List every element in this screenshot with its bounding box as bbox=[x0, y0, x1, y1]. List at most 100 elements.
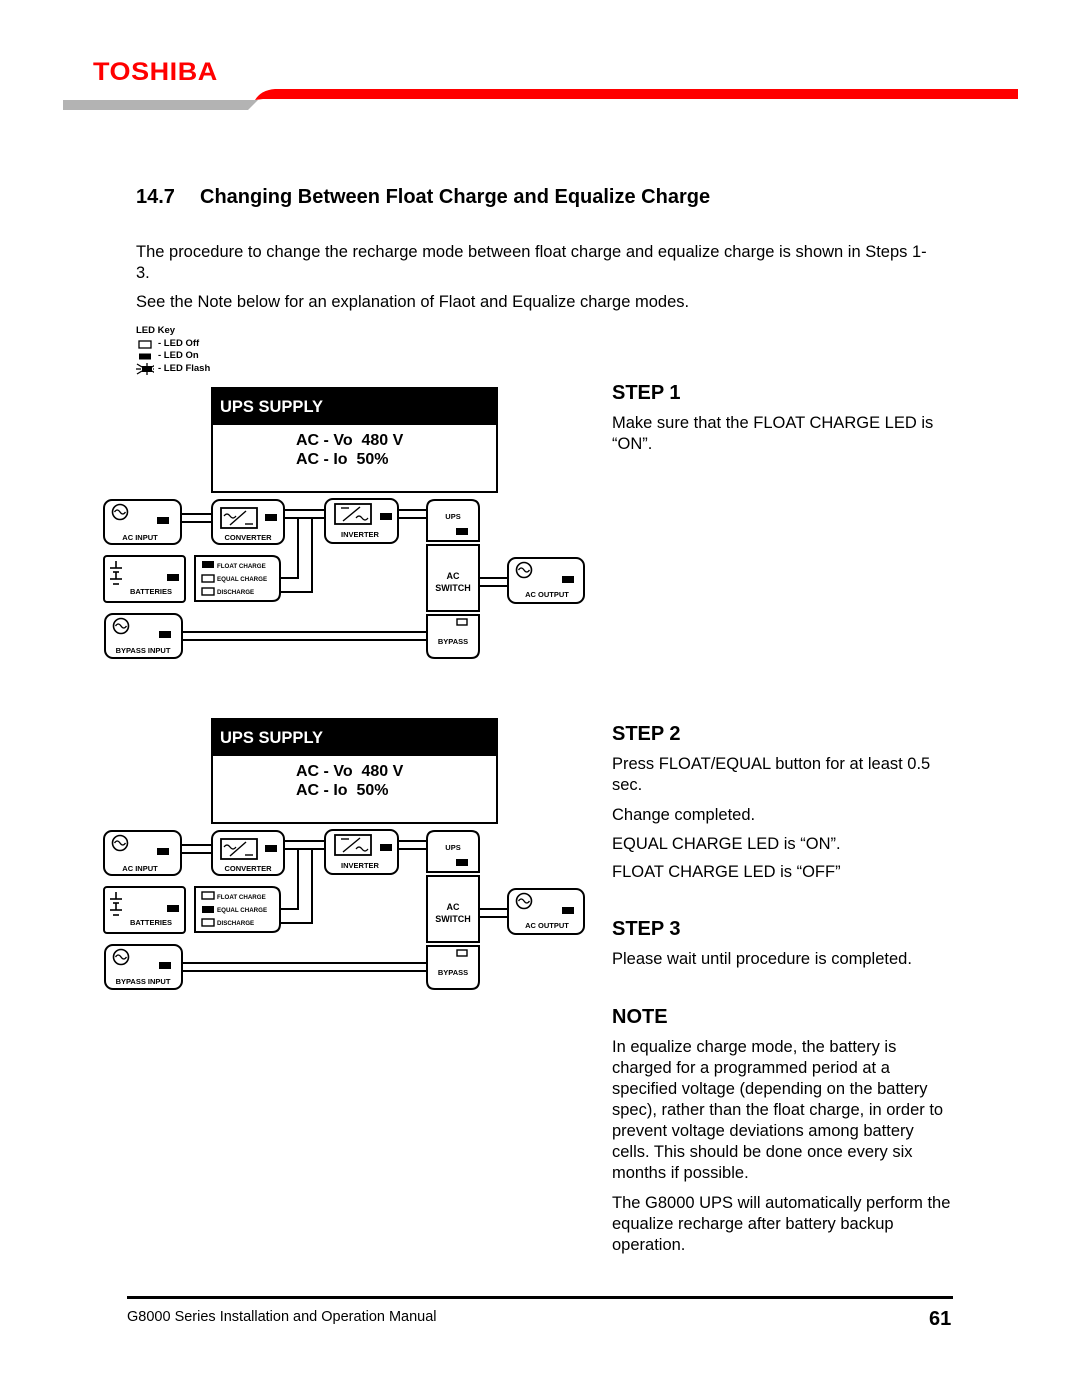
section-title: 14.7 Changing Between Float Charge and Eq… bbox=[136, 186, 710, 209]
ac-switch-block: AC SWITCH bbox=[426, 875, 480, 943]
ups-block: UPS bbox=[426, 499, 480, 542]
led-bypass-input-on bbox=[159, 962, 171, 969]
svg-text:AC OUTPUT: AC OUTPUT bbox=[525, 590, 569, 599]
panel-title: UPS SUPPLY bbox=[220, 398, 323, 416]
svg-text:BYPASS: BYPASS bbox=[438, 968, 468, 977]
svg-text:FLOAT CHARGE: FLOAT CHARGE bbox=[217, 894, 266, 901]
step-3-heading: STEP 3 bbox=[612, 918, 681, 940]
ups-display-panel: UPS SUPPLY AC - Vo 480 V AC - Io 50% bbox=[211, 387, 498, 493]
ac-dc-converter-icon bbox=[220, 507, 258, 529]
led-key-item: - LED Flash bbox=[136, 363, 210, 376]
led-batteries-on bbox=[167, 574, 179, 581]
led-converter-on bbox=[265, 845, 277, 852]
led-key-item: - LED On bbox=[136, 350, 210, 363]
header-gray-bar bbox=[63, 100, 258, 110]
ups-mimic-diagram: UPS SUPPLY AC - Vo 480 V AC - Io 50% AC … bbox=[103, 387, 585, 659]
ups-mimic-diagram: UPS SUPPLY AC - Vo 480 V AC - Io 50% AC … bbox=[103, 718, 585, 990]
svg-text:BYPASS INPUT: BYPASS INPUT bbox=[116, 977, 171, 986]
svg-text:FLOAT CHARGE: FLOAT CHARGE bbox=[217, 563, 266, 570]
svg-text:AC: AC bbox=[447, 571, 460, 581]
led-discharge-off bbox=[201, 918, 215, 927]
section-heading: Changing Between Float Charge and Equali… bbox=[200, 186, 711, 208]
svg-text:DISCHARGE: DISCHARGE bbox=[217, 920, 254, 927]
led-bypass-off bbox=[456, 618, 468, 626]
ac-output-block: AC OUTPUT bbox=[507, 888, 585, 935]
led-discharge-off bbox=[201, 587, 215, 596]
svg-text:AC OUTPUT: AC OUTPUT bbox=[525, 921, 569, 930]
svg-text:EQUAL CHARGE: EQUAL CHARGE bbox=[217, 576, 267, 583]
svg-text:BATTERIES: BATTERIES bbox=[130, 918, 172, 927]
ups-block: UPS bbox=[426, 830, 480, 873]
led-inverter-on bbox=[380, 513, 392, 520]
note-heading: NOTE bbox=[612, 1006, 668, 1028]
charge-mode-block: FLOAT CHARGE EQUAL CHARGE DISCHARGE bbox=[194, 886, 281, 933]
panel-current: AC - Io 50% bbox=[296, 782, 388, 799]
bypass-block: BYPASS bbox=[426, 614, 480, 659]
svg-text:INVERTER: INVERTER bbox=[341, 530, 380, 539]
ac-switch-block: AC SWITCH bbox=[426, 544, 480, 612]
led-converter-on bbox=[265, 514, 277, 521]
led-bypass-input-on bbox=[159, 631, 171, 638]
bypass-block: BYPASS bbox=[426, 945, 480, 990]
inverter-block: INVERTER bbox=[324, 829, 399, 875]
batteries-block: BATTERIES bbox=[103, 555, 186, 603]
intro-paragraph-2: See the Note below for an explanation of… bbox=[136, 293, 690, 311]
led-batteries-on bbox=[167, 905, 179, 912]
led-equal-charge-on bbox=[202, 906, 214, 913]
led-float-charge-off bbox=[201, 891, 215, 900]
panel-current: AC - Io 50% bbox=[296, 451, 388, 468]
bypass-input-block: BYPASS INPUT bbox=[104, 944, 183, 990]
panel-voltage: AC - Vo 480 V bbox=[296, 763, 404, 780]
converter-block: CONVERTER bbox=[211, 830, 285, 876]
led-bypass-off bbox=[456, 949, 468, 957]
led-ups-on bbox=[456, 528, 468, 535]
step-2-text-4: FLOAT CHARGE LED is “OFF” bbox=[612, 863, 841, 881]
inverter-block: INVERTER bbox=[324, 498, 399, 544]
panel-voltage: AC - Vo 480 V bbox=[296, 432, 404, 449]
svg-text:UPS: UPS bbox=[445, 512, 460, 521]
led-key-title: LED Key bbox=[136, 325, 176, 336]
svg-text:AC INPUT: AC INPUT bbox=[122, 533, 158, 542]
svg-text:BYPASS INPUT: BYPASS INPUT bbox=[116, 646, 171, 655]
note-paragraph-2: The G8000 UPS will automatically perform… bbox=[612, 1194, 951, 1254]
ac-input-block: AC INPUT bbox=[103, 499, 182, 545]
page-number: 61 bbox=[929, 1308, 952, 1330]
step-2-heading: STEP 2 bbox=[612, 723, 681, 745]
led-ac-input-on bbox=[157, 848, 169, 855]
header-banner-bar bbox=[63, 89, 1018, 110]
led-on-icon bbox=[136, 352, 154, 362]
footer-manual-title: G8000 Series Installation and Operation … bbox=[127, 1309, 437, 1325]
led-ac-output-on bbox=[562, 907, 574, 914]
converter-block: CONVERTER bbox=[211, 499, 285, 545]
led-key: LED Key - LED Off - LED On - LED Flash bbox=[136, 325, 210, 376]
svg-text:DISCHARGE: DISCHARGE bbox=[217, 589, 254, 596]
svg-text:SWITCH: SWITCH bbox=[435, 583, 471, 593]
ac-dc-converter-icon bbox=[220, 838, 258, 860]
footer-rule bbox=[127, 1296, 953, 1299]
svg-text:SWITCH: SWITCH bbox=[435, 914, 471, 924]
step-2-text-2: Change completed. bbox=[612, 806, 756, 824]
svg-text:UPS: UPS bbox=[445, 843, 460, 852]
ups-display-panel: UPS SUPPLY AC - Vo 480 V AC - Io 50% bbox=[211, 718, 498, 824]
step-2-text-3: EQUAL CHARGE LED is “ON”. bbox=[612, 835, 841, 853]
led-key-item: - LED Off bbox=[136, 338, 210, 351]
step-1-text: Make sure that the FLOAT CHARGE LED is “… bbox=[612, 414, 934, 453]
note-paragraph-1: In equalize charge mode, the battery is … bbox=[612, 1038, 944, 1182]
svg-text:BATTERIES: BATTERIES bbox=[130, 587, 172, 596]
svg-text:EQUAL CHARGE: EQUAL CHARGE bbox=[217, 907, 267, 914]
step-2-text-1: Press FLOAT/EQUAL button for at least 0.… bbox=[612, 755, 931, 794]
batteries-block: BATTERIES bbox=[103, 886, 186, 934]
led-ac-input-on bbox=[157, 517, 169, 524]
led-off-icon bbox=[136, 339, 154, 349]
svg-text:AC: AC bbox=[447, 902, 460, 912]
led-flash-icon bbox=[136, 363, 154, 376]
section-number: 14.7 bbox=[136, 186, 175, 208]
intro-paragraph-1: The procedure to change the recharge mod… bbox=[136, 243, 927, 282]
led-inverter-on bbox=[380, 844, 392, 851]
toshiba-logo: TOSHIBA bbox=[93, 58, 218, 86]
dc-ac-inverter-icon bbox=[334, 503, 372, 525]
diagram-step-1: UPS SUPPLY AC - Vo 480 V AC - Io 50% AC … bbox=[100, 386, 590, 666]
step-3-text: Please wait until procedure is completed… bbox=[612, 950, 912, 968]
diagram-step-2: UPS SUPPLY AC - Vo 480 V AC - Io 50% AC … bbox=[100, 717, 590, 997]
panel-title: UPS SUPPLY bbox=[220, 729, 323, 747]
